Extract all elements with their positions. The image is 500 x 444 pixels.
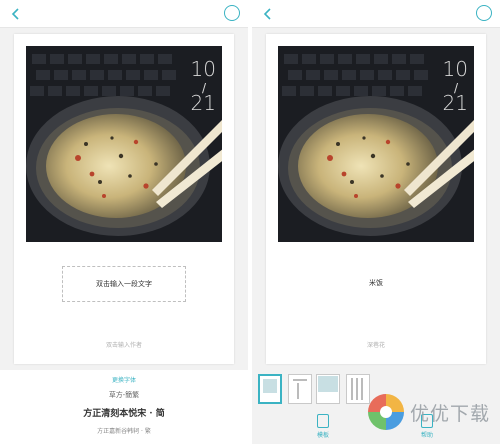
template-tool-label: 模板 [316, 432, 329, 439]
font-option[interactable]: 草方-簡繁 [0, 390, 248, 400]
left-screen: 10 / 21 双击输入一段文字 双击输入作者 更换字体 草方-簡繁 方正清刻本… [0, 0, 248, 444]
watermark: 优优下载 [366, 392, 490, 432]
text-input-area[interactable]: 双击输入一段文字 [62, 266, 186, 302]
food-photo[interactable]: 10 / 21 [26, 46, 222, 242]
date-month: 21 [443, 91, 468, 115]
author-input[interactable]: 双击输入作者 [14, 340, 234, 349]
template-option[interactable] [316, 374, 340, 404]
font-panel: 更换字体 草方-簡繁 方正清刻本悦宋 · 简 方正嘉新谷韩轲 · 繁 [0, 370, 248, 444]
help-tool-label: 帮助 [420, 432, 433, 439]
date-day: 10 [191, 57, 216, 81]
top-bar [252, 0, 500, 28]
top-bar [0, 0, 248, 28]
watermark-text: 优优下载 [409, 402, 490, 425]
poster-text[interactable]: 米饭 [266, 278, 486, 288]
font-option[interactable]: 方正嘉新谷韩轲 · 繁 [0, 426, 248, 435]
change-font-link[interactable]: 更换字体 [0, 375, 248, 384]
author-name[interactable]: 深巷花 [266, 340, 486, 349]
right-screen: 10 / 21 米饭 深巷花 模板 帮助 优优下载 [252, 0, 500, 444]
template-option[interactable] [258, 374, 282, 404]
circle-icon[interactable] [224, 5, 240, 21]
food-photo[interactable]: 10 / 21 [278, 46, 474, 242]
photo-image: 10 / 21 [26, 46, 222, 242]
site-logo-icon [367, 394, 404, 430]
template-option[interactable] [288, 374, 312, 404]
back-arrow-icon[interactable] [260, 6, 276, 22]
circle-icon[interactable] [476, 5, 492, 21]
template-tool-button[interactable]: 模板 [310, 414, 336, 439]
photo-image: 10 / 21 [278, 46, 474, 242]
back-arrow-icon[interactable] [8, 6, 24, 22]
font-option[interactable]: 方正清刻本悦宋 · 简 [0, 406, 248, 419]
date-month: 21 [191, 91, 216, 115]
date-day: 10 [443, 57, 468, 81]
template-icon [317, 414, 329, 428]
poster-card: 10 / 21 双击输入一段文字 双击输入作者 [14, 34, 234, 364]
poster-card: 10 / 21 米饭 深巷花 [266, 34, 486, 364]
